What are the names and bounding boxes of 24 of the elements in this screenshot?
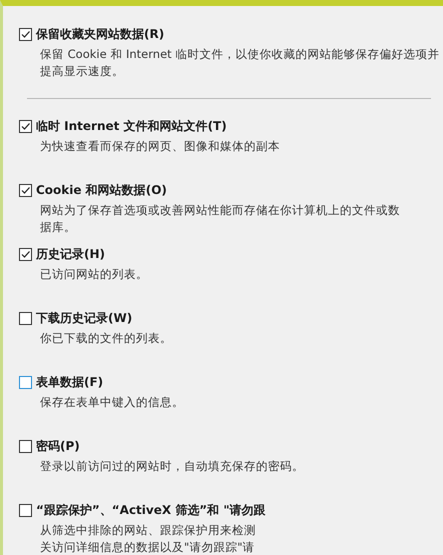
checkbox[interactable] (19, 440, 32, 452)
option-label[interactable]: Cookie 和网站数据(O) (36, 182, 167, 198)
option-label[interactable]: 保留收藏夹网站数据(R) (36, 26, 164, 42)
option-label[interactable]: 表单数据(F) (36, 374, 104, 390)
checkbox[interactable] (19, 376, 32, 388)
checkbox[interactable] (19, 248, 32, 260)
checkbox[interactable] (19, 28, 32, 40)
checkbox[interactable] (19, 312, 32, 324)
option-label[interactable]: 临时 Internet 文件和网站文件(T) (36, 118, 227, 134)
option-description: 保留 Cookie 和 Internet 临时文件，以使你收藏的网站能够保存偏好选项并 提高显示速度。 (40, 46, 440, 80)
checkbox[interactable] (19, 120, 32, 132)
option-label[interactable]: 历史记录(H) (36, 246, 106, 262)
option-label[interactable]: “跟踪保护”、“ActiveX 筛选”和 "请勿跟 (36, 502, 266, 518)
option-description: 从筛选中排除的网站、跟踪保护用来检测 关访问详细信息的数据以及"请勿跟踪"请 (40, 522, 257, 555)
option-description: 网站为了保存首选项或改善网站性能而存储在你计算机上的文件或数 据库。 (40, 202, 401, 236)
option-label[interactable]: 下载历史记录(W) (36, 310, 132, 326)
checkbox[interactable] (19, 504, 32, 516)
option-description: 登录以前访问过的网站时，自动填充保存的密码。 (40, 458, 305, 475)
option-description: 已访问网站的列表。 (40, 266, 149, 283)
option-description: 保存在表单中键入的信息。 (40, 394, 185, 411)
option-description: 你已下载的文件的列表。 (40, 330, 173, 347)
option-description: 为快速查看而保存的网页、图像和媒体的副本 (40, 138, 281, 155)
option-label[interactable]: 密码(P) (36, 438, 80, 454)
checkbox[interactable] (19, 184, 32, 196)
